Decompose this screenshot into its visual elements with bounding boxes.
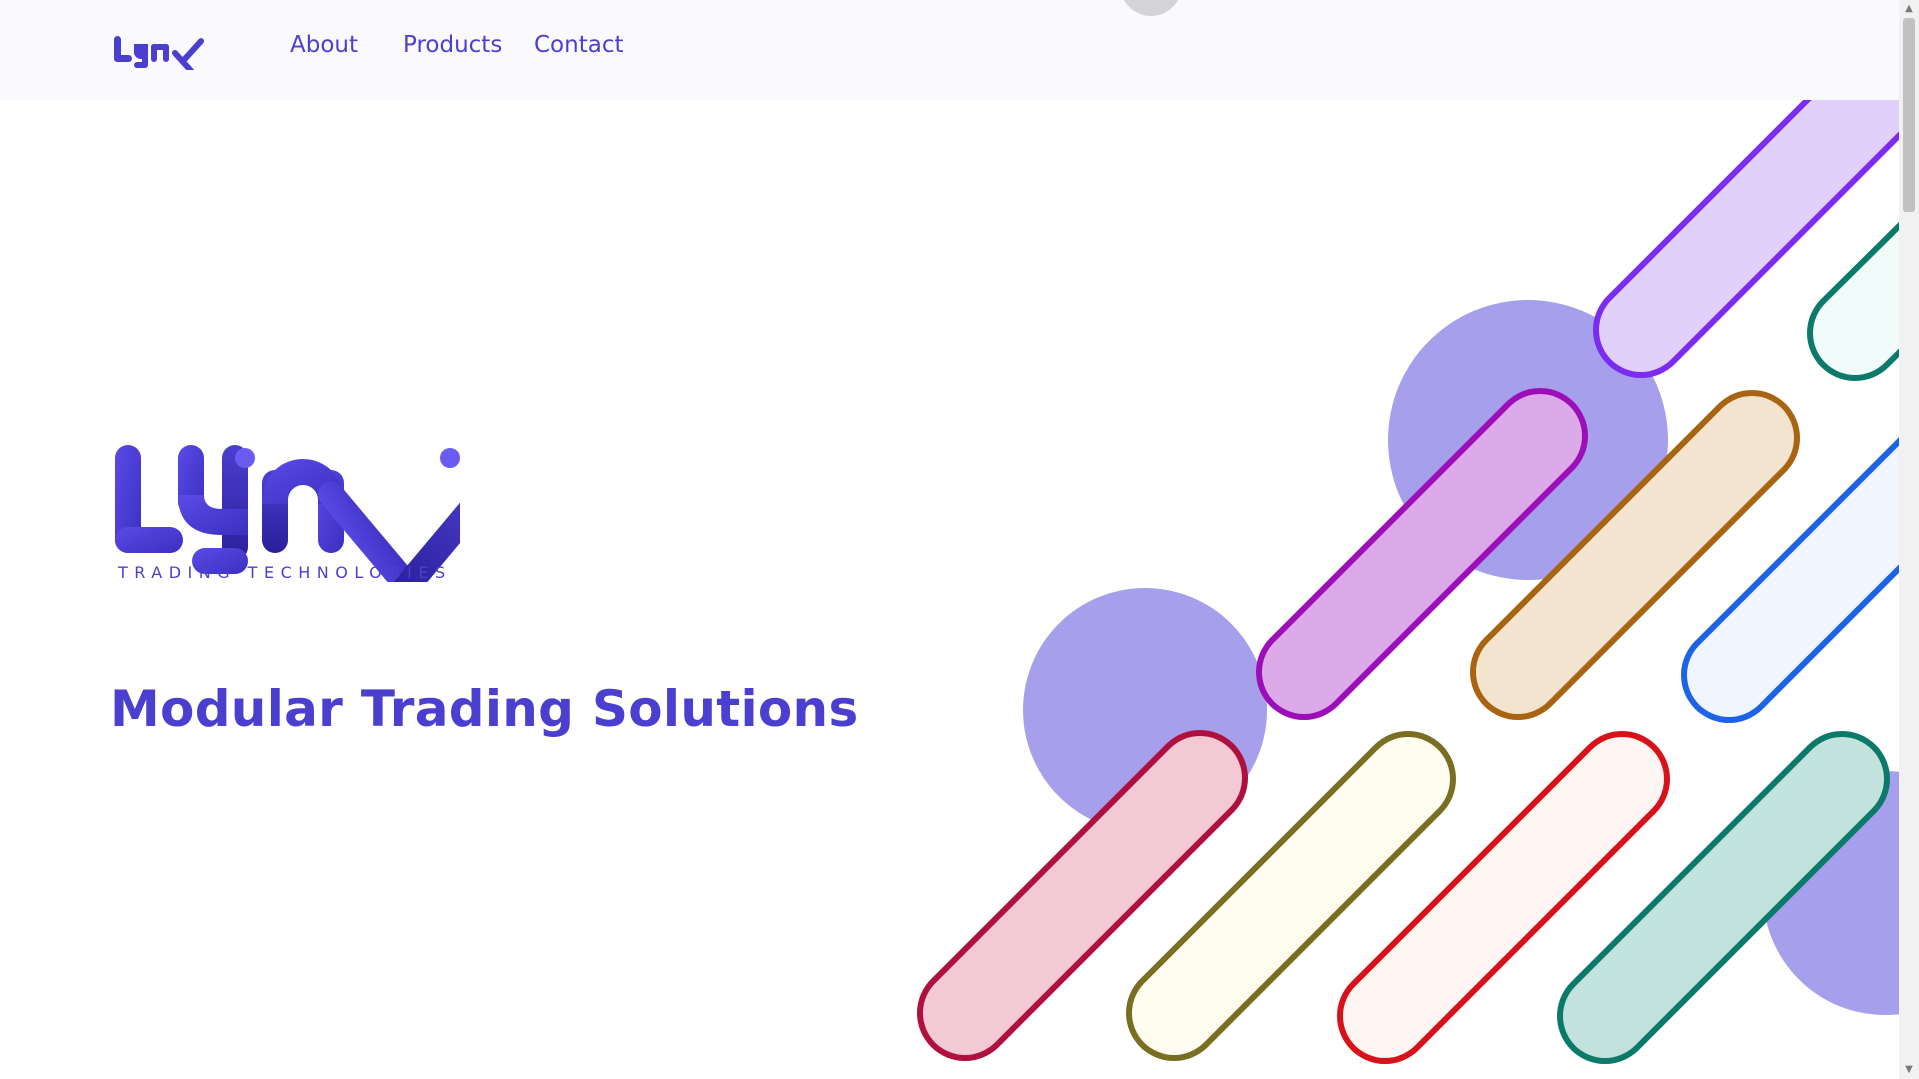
nav-link-about[interactable]: About xyxy=(290,32,358,58)
hero-logo-subtitle: TRADING TECHNOLOGIES xyxy=(117,563,452,582)
hero-decoration xyxy=(917,100,1899,1064)
page-scrollbar[interactable]: ▲ ▼ xyxy=(1899,0,1919,1079)
scroll-up-arrow-icon[interactable]: ▲ xyxy=(1903,2,1915,16)
nav-link-products[interactable]: Products xyxy=(403,32,502,58)
hero-tagline: Modular Trading Solutions xyxy=(110,680,859,738)
lynx-logo-large: TRADING TECHNOLOGIES xyxy=(115,445,460,582)
nav-link-contact[interactable]: Contact xyxy=(534,32,623,58)
top-navbar: About Products Contact xyxy=(0,0,1899,100)
scrollbar-thumb[interactable] xyxy=(1903,18,1915,212)
scroll-down-arrow-icon[interactable]: ▼ xyxy=(1903,1063,1915,1077)
decorative-circle-top xyxy=(1120,0,1182,16)
lynx-logo-small[interactable] xyxy=(112,30,208,70)
